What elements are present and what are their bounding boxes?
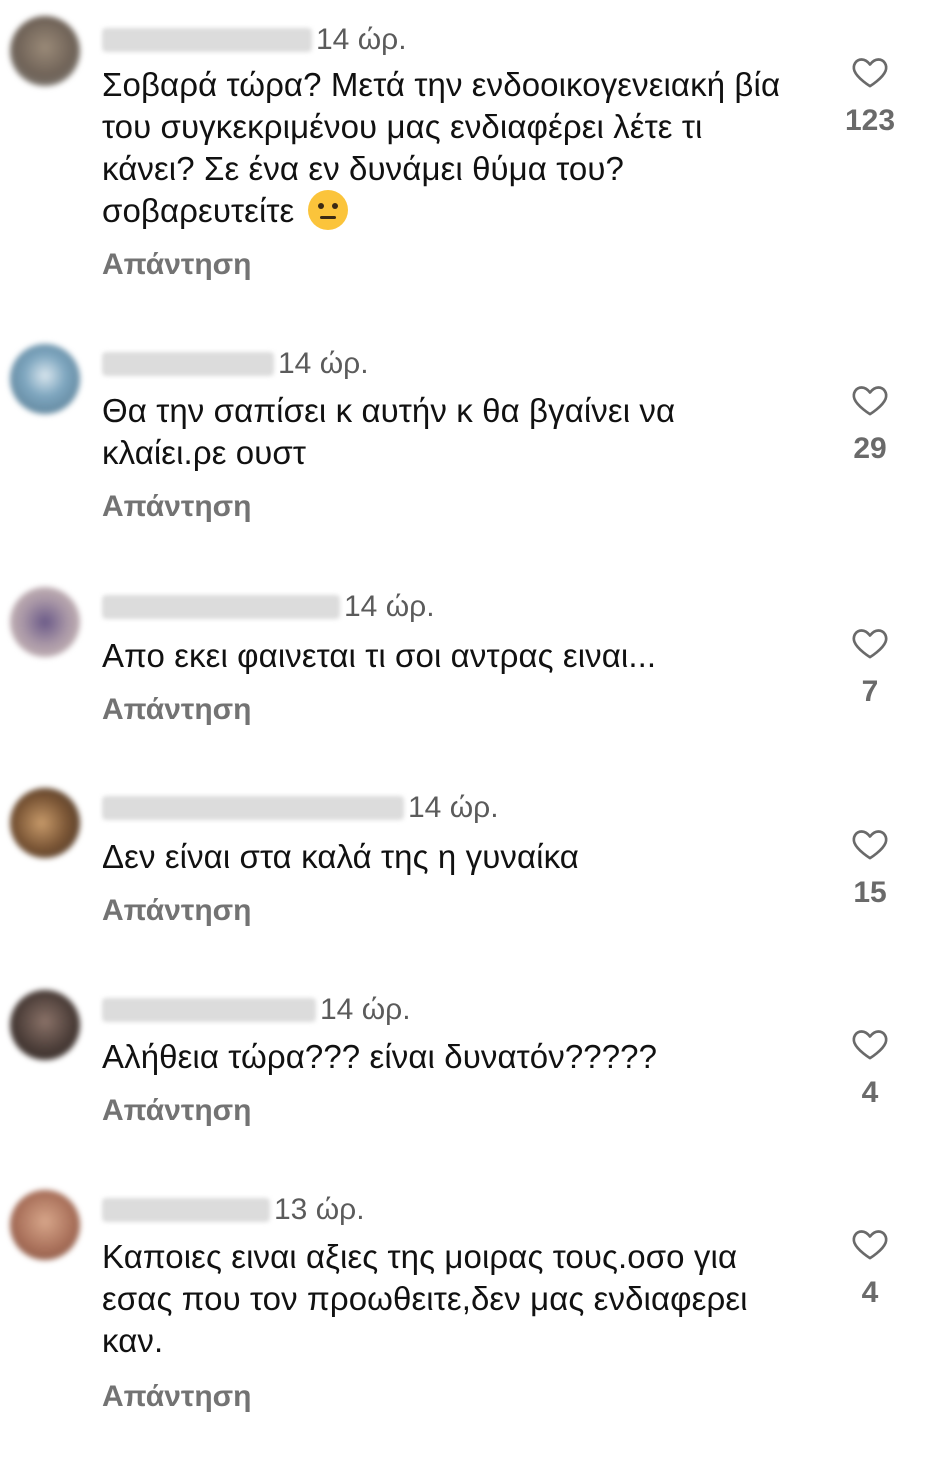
like-count: 4 [861, 1276, 879, 1309]
reply-button[interactable]: Απάντηση [102, 248, 252, 282]
avatar[interactable] [10, 344, 80, 414]
comment-meta: 14 ώρ. [102, 587, 435, 627]
avatar[interactable] [10, 587, 80, 657]
comment-text: Θα την σαπίσει κ αυτήν κ θα βγαίνει να κ… [102, 392, 676, 471]
avatar[interactable] [10, 1190, 80, 1260]
username-blurred[interactable] [102, 998, 316, 1022]
comment-meta: 14 ώρ. [102, 990, 411, 1030]
username-blurred[interactable] [102, 796, 404, 820]
like-control: 15 [826, 824, 914, 910]
comment-text: Σοβαρά τώρα? Μετά την ενδοοικογενειακή β… [102, 64, 802, 232]
like-control: 29 [826, 380, 914, 466]
like-count: 29 [853, 432, 887, 465]
username-blurred[interactable] [102, 28, 312, 52]
comment-time: 14 ώρ. [278, 347, 369, 380]
reply-button[interactable]: Απάντηση [102, 1094, 252, 1128]
like-count: 123 [844, 104, 896, 137]
avatar[interactable] [10, 16, 80, 86]
comment-text: Δεν είναι στα καλά της η γυναίκα [102, 838, 579, 875]
comment-text: Καποιες ειναι αξιες της μοιρας τους.οσο … [102, 1238, 748, 1359]
like-control: 7 [826, 623, 914, 709]
comment-meta: 14 ώρ. [102, 344, 369, 384]
heart-outline-icon[interactable] [850, 380, 890, 420]
heart-outline-icon[interactable] [850, 623, 890, 663]
comment-time: 14 ώρ. [408, 791, 499, 824]
username-blurred[interactable] [102, 1198, 270, 1222]
heart-outline-icon[interactable] [850, 824, 890, 864]
comment-time: 14 ώρ. [316, 23, 407, 56]
avatar[interactable] [10, 788, 80, 858]
comment-meta: 14 ώρ. [102, 20, 407, 60]
comment-meta: 13 ώρ. [102, 1190, 365, 1230]
reply-button[interactable]: Απάντηση [102, 1380, 252, 1414]
like-count: 15 [853, 876, 887, 909]
like-count: 4 [861, 1076, 879, 1109]
comment-time: 13 ώρ. [274, 1193, 365, 1226]
reply-button[interactable]: Απάντηση [102, 693, 252, 727]
comment-time: 14 ώρ. [344, 590, 435, 623]
like-control: 123 [826, 52, 914, 138]
like-control: 4 [826, 1024, 914, 1110]
comment-meta: 14 ώρ. [102, 788, 499, 828]
heart-outline-icon[interactable] [850, 1024, 890, 1064]
reply-button[interactable]: Απάντηση [102, 894, 252, 928]
heart-outline-icon[interactable] [850, 52, 890, 92]
heart-outline-icon[interactable] [850, 1224, 890, 1264]
avatar[interactable] [10, 990, 80, 1060]
username-blurred[interactable] [102, 352, 274, 376]
comment-text-content: Σοβαρά τώρα? Μετά την ενδοοικογενειακή β… [102, 66, 781, 229]
face-with-raised-eyebrow-icon [307, 190, 348, 230]
comment-text: Απο εκει φαινεται τι σοι αντρας ειναι... [102, 637, 657, 674]
comment-text: Αλήθεια τώρα??? είναι δυνατόν????? [102, 1038, 658, 1075]
username-blurred[interactable] [102, 595, 340, 619]
comment-time: 14 ώρ. [320, 993, 411, 1026]
reply-button[interactable]: Απάντηση [102, 490, 252, 524]
like-control: 4 [826, 1224, 914, 1310]
like-count: 7 [861, 675, 879, 708]
